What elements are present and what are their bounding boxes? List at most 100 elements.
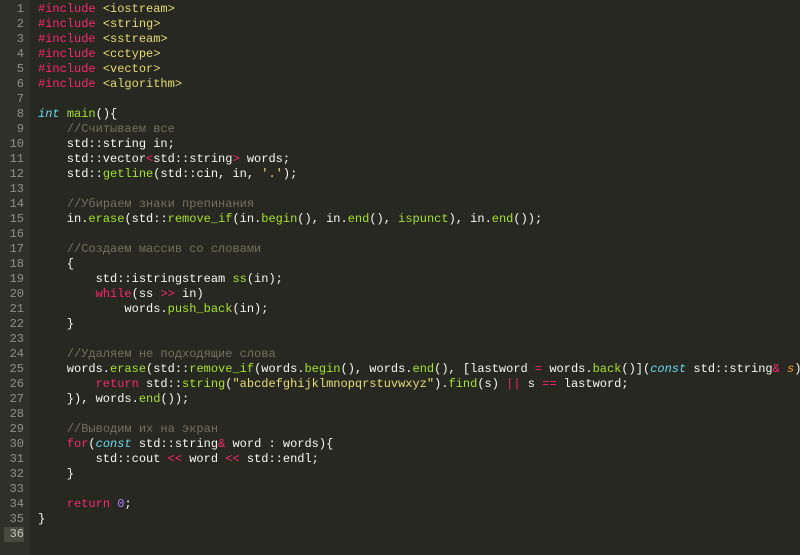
code-token [96,77,103,91]
code-token [38,287,96,301]
code-line[interactable]: }), words.end()); [38,392,800,407]
code-token: }), words. [38,392,139,406]
code-token: push_back [168,302,233,316]
code-line[interactable]: int main(){ [38,107,800,122]
code-area[interactable]: #include <iostream>#include <string>#inc… [30,0,800,555]
code-line[interactable]: std::string in; [38,137,800,152]
code-token [38,122,67,136]
code-token: begin [261,212,297,226]
line-number: 6 [4,77,24,92]
code-line[interactable]: while(ss >> in) [38,287,800,302]
code-token [38,242,67,256]
code-line[interactable]: return 0; [38,497,800,512]
code-line[interactable] [38,407,800,422]
line-number: 10 [4,137,24,152]
code-token: return [67,497,110,511]
code-token: } [38,467,74,481]
line-number: 23 [4,332,24,347]
code-line[interactable]: words.push_back(in); [38,302,800,317]
code-token: ()); [513,212,542,226]
code-token: (std::cin, in, [153,167,261,181]
code-token: words; [240,152,290,166]
line-number: 26 [4,377,24,392]
code-line[interactable]: } [38,467,800,482]
code-token: <algorithm> [103,77,182,91]
code-token [60,107,67,121]
line-number: 29 [4,422,24,437]
line-number: 9 [4,122,24,137]
code-line[interactable] [38,92,800,107]
code-line[interactable]: return std::string("abcdefghijklmnopqrst… [38,377,800,392]
code-line[interactable]: //Считываем все [38,122,800,137]
line-number: 12 [4,167,24,182]
code-token: #include [38,47,96,61]
code-token: getline [103,167,153,181]
code-token: std::string [153,152,232,166]
code-token: back [593,362,622,376]
code-token: (in); [247,272,283,286]
code-line[interactable] [38,227,800,242]
code-token: words. [38,302,168,316]
code-line[interactable]: } [38,317,800,332]
code-token: words. [38,362,110,376]
code-token: << [225,452,239,466]
code-token: main [67,107,96,121]
code-token: begin [304,362,340,376]
line-number: 25 [4,362,24,377]
line-number: 4 [4,47,24,62]
code-token: <cctype> [103,47,161,61]
code-line[interactable]: std::getline(std::cin, in, '.'); [38,167,800,182]
code-line[interactable]: words.erase(std::remove_if(words.begin()… [38,362,800,377]
code-line[interactable] [38,482,800,497]
code-token: end [139,392,161,406]
code-line[interactable]: in.erase(std::remove_if(in.begin(), in.e… [38,212,800,227]
code-token: { [38,257,74,271]
line-number: 8 [4,107,24,122]
code-line[interactable]: #include <cctype> [38,47,800,62]
line-number: 34 [4,497,24,512]
code-token: std::istringstream [38,272,232,286]
code-token: <vector> [103,62,161,76]
code-token [38,347,67,361]
code-token: //Создаем массив со словами [67,242,261,256]
code-line[interactable]: //Создаем массив со словами [38,242,800,257]
code-line[interactable]: //Удаляем не подходящие слова [38,347,800,362]
code-token: for [67,437,89,451]
code-line[interactable]: #include <algorithm> [38,77,800,92]
code-line[interactable] [38,332,800,347]
code-line[interactable] [38,182,800,197]
code-line[interactable]: { [38,257,800,272]
code-token [38,377,96,391]
code-line[interactable]: #include <sstream> [38,32,800,47]
code-token: //Считываем все [67,122,175,136]
line-number: 32 [4,467,24,482]
code-token: > [232,152,239,166]
code-token [96,2,103,16]
code-token: <sstream> [103,32,168,46]
code-token: (), [lastword [434,362,535,376]
code-token: ){ [794,362,800,376]
code-line[interactable]: std::vector<std::string> words; [38,152,800,167]
code-token: << [168,452,182,466]
code-line[interactable]: #include <iostream> [38,2,800,17]
line-number: 24 [4,347,24,362]
code-line[interactable]: std::cout << word << std::endl; [38,452,800,467]
code-line[interactable]: //Убираем знаки препинания [38,197,800,212]
code-token: #include [38,17,96,31]
code-editor: 1234567891011121314151617181920212223242… [0,0,800,555]
code-line[interactable]: for(const std::string& word : words){ [38,437,800,452]
code-line[interactable]: //Выводим их на экран [38,422,800,437]
line-number: 1 [4,2,24,17]
code-token: std::string [132,437,218,451]
code-line[interactable]: std::istringstream ss(in); [38,272,800,287]
code-line[interactable] [38,527,800,542]
code-token: #include [38,62,96,76]
code-token: string [182,377,225,391]
code-line[interactable]: #include <vector> [38,62,800,77]
code-line[interactable]: #include <string> [38,17,800,32]
code-token: (), in. [297,212,347,226]
code-token: (s) [477,377,506,391]
code-line[interactable]: } [38,512,800,527]
code-token: std::cout [38,452,168,466]
line-number: 21 [4,302,24,317]
